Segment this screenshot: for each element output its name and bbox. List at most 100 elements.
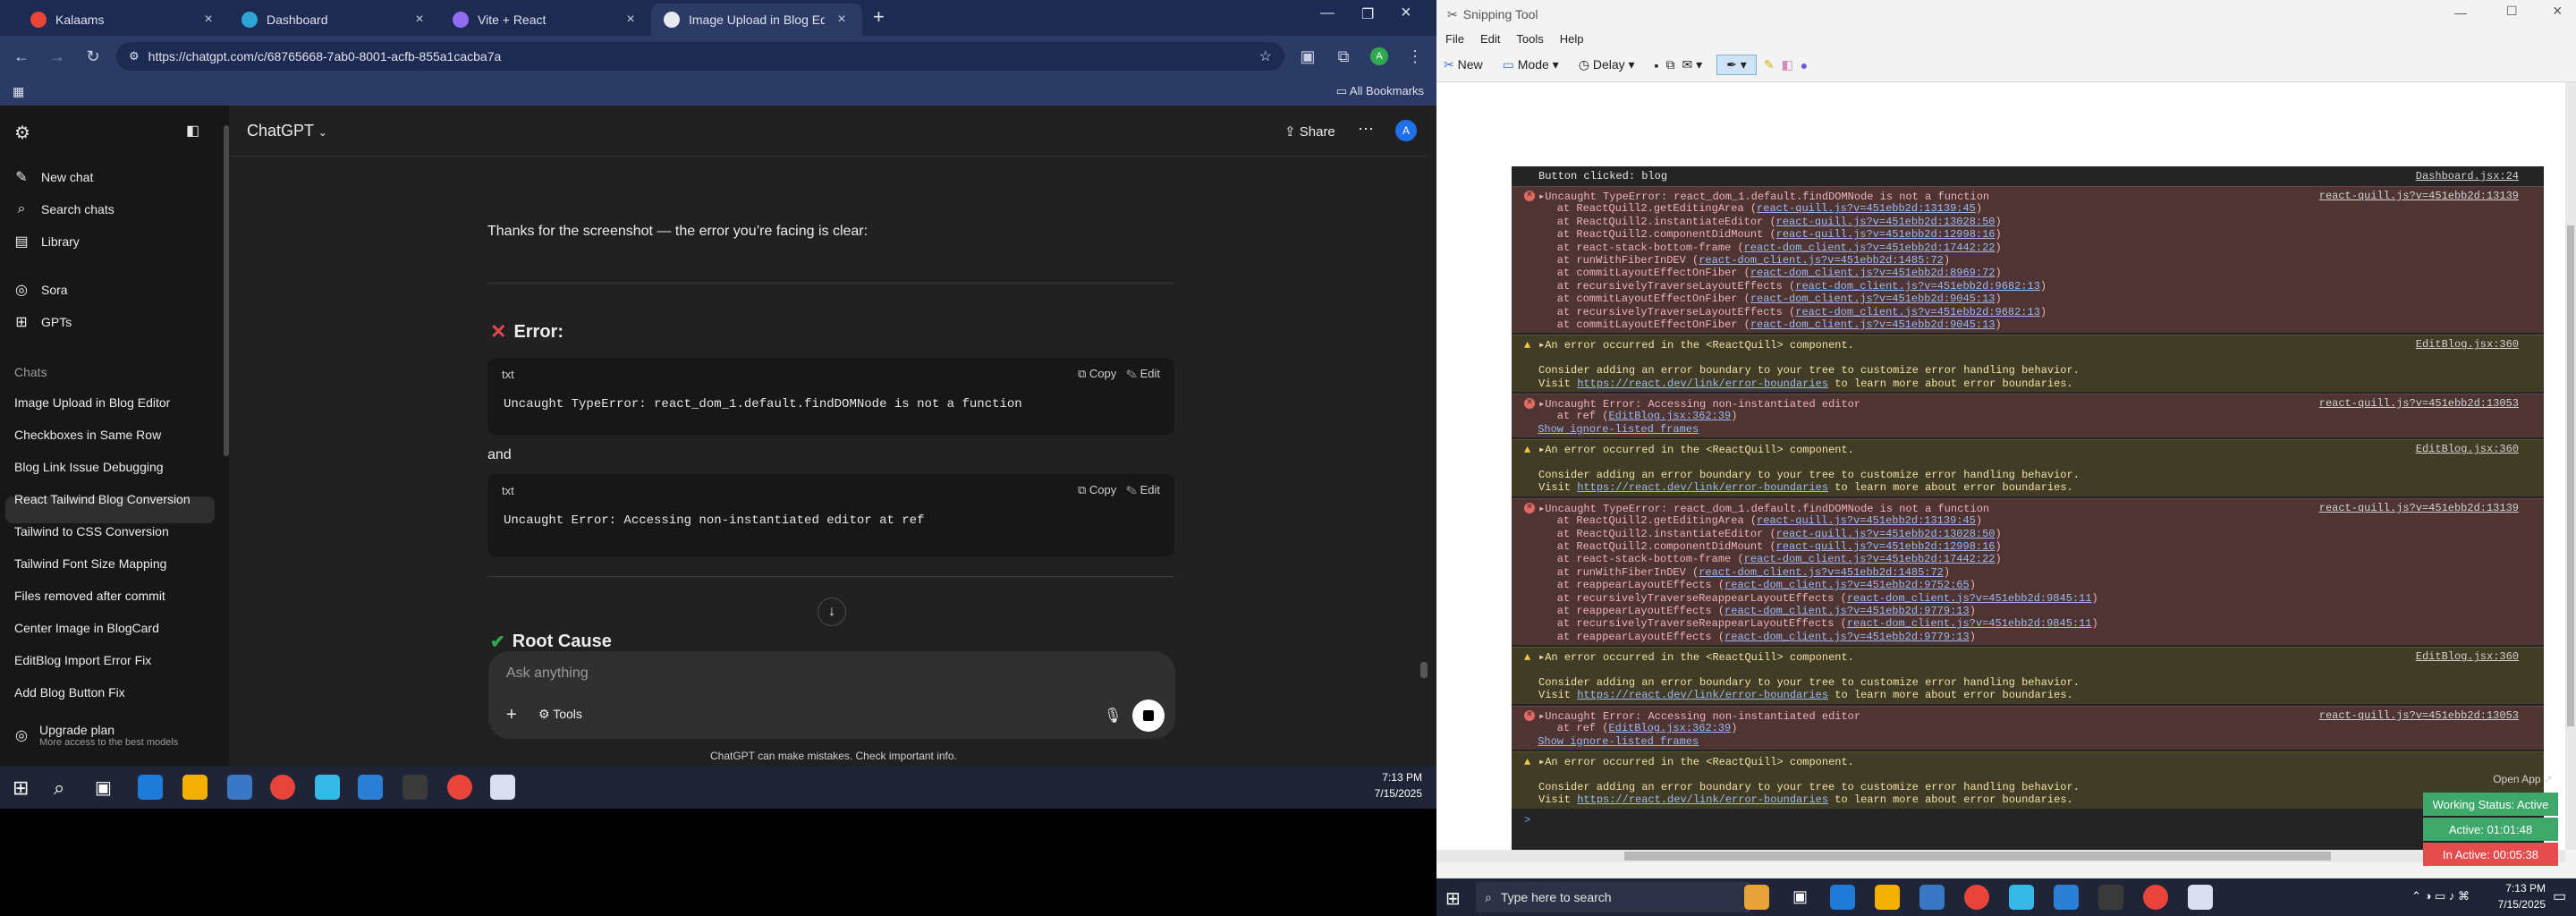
scroll-down-button[interactable]: ↓	[818, 598, 846, 626]
apps-icon[interactable]: ▦	[13, 84, 24, 99]
source-link[interactable]: react-dom_client.js?v=451ebb2d:9779:13	[1724, 631, 1970, 643]
minimize-icon[interactable]: —	[2454, 5, 2467, 20]
paint3d-icon[interactable]: ●	[1801, 58, 1808, 72]
gpts-button[interactable]: ⊞ GPTs	[13, 313, 72, 331]
highlighter-icon[interactable]: ✎	[1764, 57, 1775, 72]
source-link[interactable]: EditBlog.jsx:362:39	[1608, 722, 1731, 734]
taskbar-search[interactable]: ⌕ Type here to search	[1476, 882, 1750, 912]
close-icon[interactable]: ×	[834, 12, 850, 28]
library-button[interactable]: ▤ Library	[13, 233, 79, 250]
close-icon[interactable]: ×	[411, 12, 428, 28]
chat-item[interactable]: Tailwind to CSS Conversion	[14, 524, 169, 539]
source-link[interactable]: react-dom_client.js?v=451ebb2d:17442:22	[1744, 242, 1996, 254]
edge-icon[interactable]	[1830, 885, 1855, 910]
open-app-button[interactable]: Open App ↗	[2423, 769, 2558, 789]
task-view-icon[interactable]: ▣	[1792, 887, 1808, 906]
source-location-link[interactable]: react-quill.js?v=451ebb2d:13053	[2319, 397, 2519, 410]
close-icon[interactable]: ×	[623, 12, 639, 28]
minimize-icon[interactable]: —	[1320, 5, 1335, 21]
menu-tools[interactable]: Tools	[1516, 32, 1543, 46]
source-link[interactable]: react-dom_client.js?v=451ebb2d:1485:72	[1699, 254, 1944, 267]
vscode-icon[interactable]	[358, 775, 383, 800]
task-view-icon[interactable]: ▣	[95, 776, 112, 799]
source-link[interactable]: react-dom_client.js?v=451ebb2d:9682:13	[1795, 280, 2040, 293]
snipping-icon[interactable]	[2188, 885, 2213, 910]
close-window-icon[interactable]: ×	[1401, 3, 1411, 23]
source-link[interactable]: react-dom_client.js?v=451ebb2d:9682:13	[1795, 306, 2040, 318]
address-bar[interactable]: ⚙ https://chatgpt.com/c/68765668-7ab0-80…	[116, 42, 1284, 71]
tray-icons[interactable]: ⌃ ◑ ▭ ♪ ⌘	[2411, 889, 2470, 903]
store-icon[interactable]	[1919, 885, 1945, 910]
vscode-icon[interactable]	[2054, 885, 2079, 910]
stop-button[interactable]	[1132, 700, 1165, 732]
pen-icon[interactable]: ✒ ▾	[1716, 55, 1757, 75]
new-chat-button[interactable]: ✎ New chat	[13, 168, 93, 186]
chat-item[interactable]: Blog Link Issue Debugging	[14, 460, 164, 474]
upgrade-plan-button[interactable]: ◎ Upgrade plan More access to the best mo…	[13, 723, 178, 748]
extensions-icon[interactable]: ⧉	[1331, 44, 1356, 69]
search-icon[interactable]: ⌕	[54, 776, 64, 800]
snipping-icon[interactable]	[490, 775, 515, 800]
site-info-icon[interactable]: ⚙	[129, 49, 140, 64]
source-link[interactable]: react-dom_client.js?v=451ebb2d:9752:65	[1724, 579, 1970, 591]
tools-button[interactable]: ⚙ Tools	[538, 707, 582, 722]
chrome-icon[interactable]	[270, 775, 295, 800]
mic-icon[interactable]: 🎙	[1104, 707, 1122, 725]
snip-hscroll[interactable]	[1436, 850, 2565, 862]
edit-button[interactable]: ✎ Edit	[1126, 367, 1160, 380]
eraser-icon[interactable]: ◧	[1782, 57, 1793, 72]
tab-kalaams[interactable]: Kalaams ×	[18, 4, 229, 36]
chat-item[interactable]: Image Upload in Blog Editor	[14, 395, 170, 410]
mode-button[interactable]: ▭ Mode ▾	[1503, 57, 1559, 72]
source-link[interactable]: react-dom_client.js?v=451ebb2d:17442:22	[1744, 553, 1996, 565]
new-tab-button[interactable]: +	[862, 5, 895, 36]
source-link[interactable]: react-dom_client.js?v=451ebb2d:8969:72	[1750, 267, 1996, 279]
chat-item[interactable]: Add Blog Button Fix	[14, 685, 125, 700]
source-link[interactable]: react-dom_client.js?v=451ebb2d:9045:13	[1750, 293, 1996, 305]
delay-button[interactable]: ◷ Delay ▾	[1579, 57, 1635, 72]
edge-icon[interactable]	[138, 775, 163, 800]
search-chats-button[interactable]: ⌕ Search chats	[13, 200, 114, 218]
doc-link[interactable]: Show ignore-listed frames	[1538, 735, 1699, 748]
openai-logo-icon[interactable]: ⚙	[14, 122, 30, 144]
source-link[interactable]: react-quill.js?v=451ebb2d:13028:50	[1776, 216, 1996, 228]
chat-item[interactable]: Tailwind Font Size Mapping	[14, 556, 166, 571]
folder-icon[interactable]	[182, 775, 208, 800]
close-icon[interactable]: ×	[200, 12, 216, 28]
back-icon[interactable]: ←	[9, 44, 34, 69]
maximize-icon[interactable]: ❐	[1361, 5, 1374, 23]
prompt-input[interactable]: Ask anything	[506, 666, 589, 682]
tab-vite-react[interactable]: Vite + React ×	[440, 4, 651, 36]
maximize-icon[interactable]: ☐	[2506, 4, 2518, 19]
all-bookmarks[interactable]: ▭ All Bookmarks	[1336, 84, 1424, 98]
app-icon[interactable]	[2009, 885, 2034, 910]
chat-item[interactable]: Checkboxes in Same Row	[14, 428, 161, 442]
doc-link[interactable]: Show ignore-listed frames	[1538, 423, 1699, 436]
search-highlight-icon[interactable]	[1744, 885, 1769, 910]
copy-button[interactable]: ⧉ Copy	[1078, 483, 1116, 496]
source-location-link[interactable]: EditBlog.jsx:360	[2416, 443, 2519, 455]
windows-icon[interactable]: ⊞	[1445, 887, 1461, 910]
forward-icon[interactable]: →	[45, 44, 70, 69]
source-link[interactable]: react-dom_client.js?v=451ebb2d:9779:13	[1724, 605, 1970, 617]
chat-item[interactable]: Files removed after commit	[14, 589, 165, 603]
source-link[interactable]: react-dom_client.js?v=451ebb2d:9045:13	[1750, 318, 1996, 331]
copy-button[interactable]: ⧉ Copy	[1078, 367, 1116, 380]
source-link[interactable]: react-quill.js?v=451ebb2d:12998:16	[1776, 228, 1996, 241]
doc-link[interactable]: https://react.dev/link/error-boundaries	[1577, 793, 1828, 806]
more-options-icon[interactable]: ⋯	[1358, 120, 1374, 139]
source-link[interactable]: react-quill.js?v=451ebb2d:12998:16	[1776, 540, 1996, 553]
app-icon[interactable]	[315, 775, 340, 800]
terminal-icon[interactable]	[402, 775, 428, 800]
source-link[interactable]: react-dom_client.js?v=451ebb2d:9845:11	[1847, 592, 2092, 605]
source-link[interactable]: react-quill.js?v=451ebb2d:13139:45	[1757, 202, 1976, 215]
store-icon[interactable]	[227, 775, 252, 800]
menu-icon[interactable]: ⋮	[1402, 44, 1428, 69]
bookmark-star-icon[interactable]: ☆	[1259, 47, 1272, 65]
share-button[interactable]: ⇪ Share	[1284, 123, 1335, 140]
console-prompt[interactable]: >	[1512, 814, 2544, 827]
toggle-sidebar-icon[interactable]: ◧	[186, 122, 199, 140]
doc-link[interactable]: https://react.dev/link/error-boundaries	[1577, 481, 1828, 494]
source-location-link[interactable]: react-quill.js?v=451ebb2d:13139	[2319, 502, 2519, 514]
snip-vscroll[interactable]	[2565, 82, 2576, 850]
